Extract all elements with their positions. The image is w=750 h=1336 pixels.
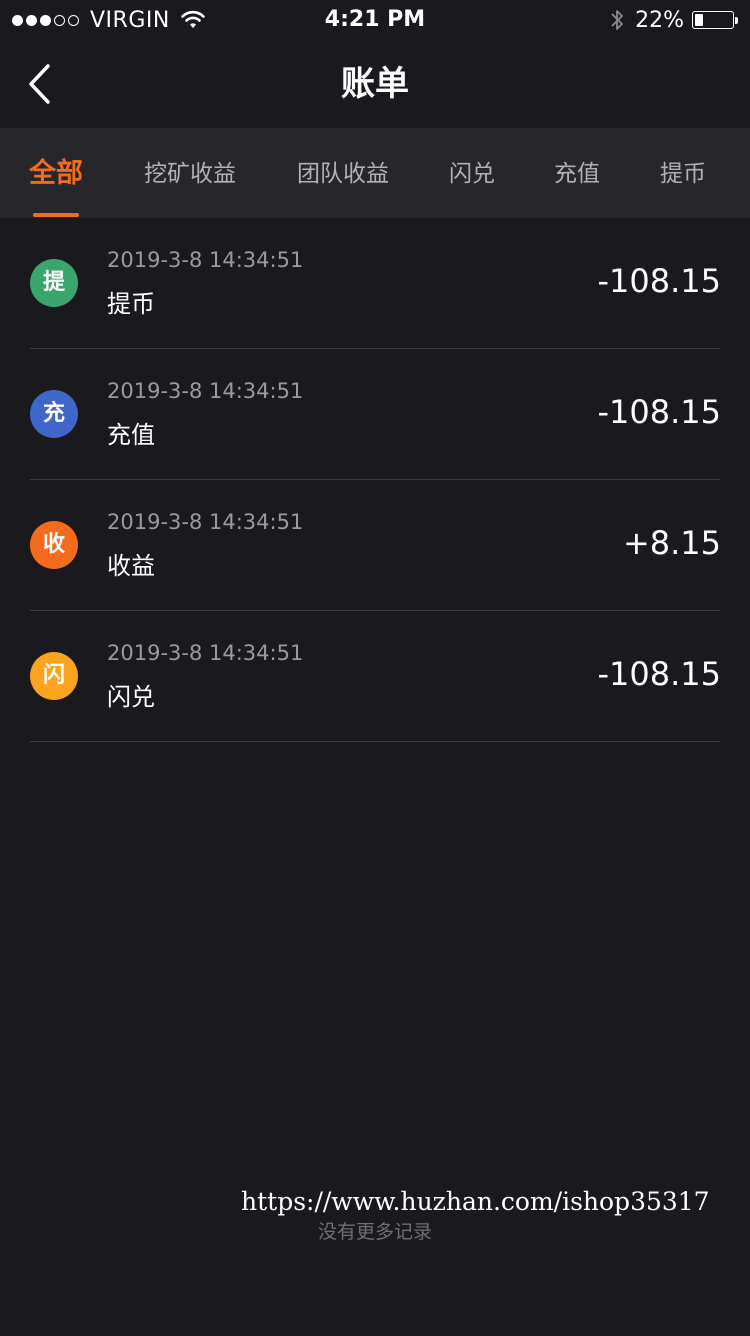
chevron-left-icon — [29, 64, 50, 104]
battery-level — [695, 14, 703, 26]
record-amount: -108.15 — [597, 655, 721, 693]
status-bar: VIRGIN 4:21 PM 22% — [0, 0, 750, 40]
tab-all[interactable]: 全部 — [26, 128, 86, 218]
list-item[interactable]: 充 2019-3-8 14:34:51 充值 -108.15 — [0, 349, 750, 480]
list-item[interactable]: 闪 2019-3-8 14:34:51 闪兑 -108.15 — [0, 611, 750, 742]
record-amount: -108.15 — [597, 393, 721, 431]
record-type: 闪兑 — [107, 683, 155, 711]
divider — [30, 741, 720, 742]
record-amount: -108.15 — [597, 262, 721, 300]
recharge-icon: 充 — [30, 390, 78, 438]
record-time: 2019-3-8 14:34:51 — [107, 510, 304, 534]
bill-screen: VIRGIN 4:21 PM 22% 账单 全部 挖矿收益 团队收益 闪兑 充值… — [0, 0, 750, 1336]
page-title: 账单 — [341, 64, 409, 104]
record-amount: +8.15 — [622, 524, 721, 562]
list-item[interactable]: 收 2019-3-8 14:34:51 收益 +8.15 — [0, 480, 750, 611]
record-time: 2019-3-8 14:34:51 — [107, 379, 304, 403]
tab-withdraw[interactable]: 提币 — [655, 128, 711, 218]
tab-mining-income[interactable]: 挖矿收益 — [136, 128, 244, 218]
record-time: 2019-3-8 14:34:51 — [107, 248, 304, 272]
back-button[interactable] — [20, 60, 64, 108]
income-icon: 收 — [30, 521, 78, 569]
record-type: 充值 — [107, 421, 155, 449]
tab-team-income[interactable]: 团队收益 — [289, 128, 397, 218]
status-right: 22% — [609, 6, 738, 34]
record-time: 2019-3-8 14:34:51 — [107, 641, 304, 665]
tab-flash-exchange[interactable]: 闪兑 — [444, 128, 500, 218]
active-tab-indicator — [33, 213, 79, 217]
nav-bar: 账单 — [0, 40, 750, 128]
tab-recharge[interactable]: 充值 — [549, 128, 605, 218]
list-item[interactable]: 提 2019-3-8 14:34:51 提币 -108.15 — [0, 218, 750, 349]
bluetooth-icon — [611, 10, 623, 30]
watermark-url: https://www.huzhan.com/ishop35317 — [241, 1187, 710, 1216]
withdraw-icon: 提 — [30, 259, 78, 307]
flash-exchange-icon: 闪 — [30, 652, 78, 700]
battery-tip — [735, 16, 738, 24]
record-type: 收益 — [107, 552, 155, 580]
no-more-records-text: 没有更多记录 — [317, 1221, 432, 1243]
filter-tab-bar: 全部 挖矿收益 团队收益 闪兑 充值 提币 — [0, 128, 750, 218]
battery-percent: 22% — [635, 7, 684, 33]
battery-icon — [692, 11, 734, 29]
record-type: 提币 — [107, 290, 155, 318]
bill-record-list: 提 2019-3-8 14:34:51 提币 -108.15 充 2019-3-… — [0, 218, 750, 742]
